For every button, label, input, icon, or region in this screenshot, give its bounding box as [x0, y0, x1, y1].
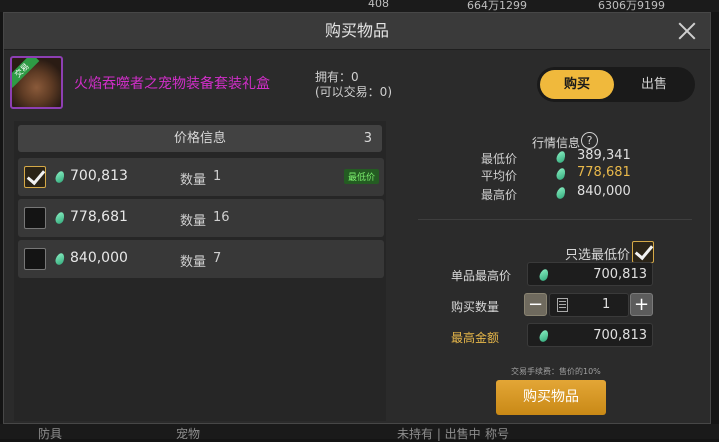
market-avg-value: 778,681: [577, 165, 631, 180]
unit-max-price-value: 700,813: [593, 267, 647, 282]
tradable-count: (可以交易：0): [315, 85, 392, 99]
gem-icon: [555, 149, 567, 165]
background-top-bar: 408 664万1299 6306万9199: [0, 0, 719, 12]
dialog-title: 购买物品: [324, 21, 389, 40]
calculator-icon[interactable]: [557, 298, 568, 312]
row-checkbox[interactable]: [24, 248, 46, 270]
gem-icon: [54, 210, 66, 226]
quantity-label: 购买数量: [451, 300, 500, 314]
price-info-panel: 价格信息 3 700,813 数量 1 最低价 778,681 数量 16 84…: [14, 121, 386, 421]
title-bar: 购买物品: [4, 13, 710, 50]
gem-icon: [54, 169, 66, 185]
price-row[interactable]: 700,813 数量 1 最低价: [18, 158, 384, 196]
row-price: 700,813: [70, 168, 128, 184]
bottom-tab-pet: 宠物: [176, 427, 201, 441]
bottom-status-text: 未持有 | 出售中: [397, 427, 481, 441]
row-quantity: 16: [213, 210, 230, 225]
lowest-only-label: 只选最低价: [565, 248, 631, 263]
close-icon[interactable]: [676, 20, 698, 42]
gem-icon: [555, 185, 567, 201]
row-checkbox[interactable]: [24, 207, 46, 229]
quantity-value: 1: [602, 297, 611, 312]
bottom-tab-title: 称号: [485, 427, 510, 441]
row-quantity: 7: [213, 251, 222, 266]
price-row[interactable]: 778,681 数量 16: [18, 199, 384, 237]
fee-note: 交易手续费：售价的10%: [511, 367, 601, 376]
market-max-label: 最高价: [481, 188, 518, 202]
lowest-price-badge: 最低价: [344, 169, 380, 184]
market-info-title: 行情信息: [532, 136, 581, 150]
max-total-value: 700,813: [593, 328, 647, 343]
gem-icon: [538, 267, 550, 283]
market-min-label: 最低价: [481, 152, 518, 166]
unit-max-price-label: 单品最高价: [451, 269, 512, 283]
row-quantity-label: 数量: [180, 255, 207, 270]
quantity-input[interactable]: 1: [549, 293, 629, 317]
price-info-title: 价格信息: [173, 131, 226, 146]
max-total-field: 700,813: [527, 323, 653, 347]
row-quantity-label: 数量: [180, 173, 207, 188]
tab-buy[interactable]: 购买: [540, 70, 614, 99]
tab-sell[interactable]: 出售: [617, 70, 691, 99]
unit-max-price-field[interactable]: 700,813: [527, 262, 653, 286]
gem-icon: [555, 166, 567, 182]
price-row[interactable]: 840,000 数量 7: [18, 240, 384, 278]
divider: [418, 219, 692, 220]
lowest-only-checkbox[interactable]: [632, 241, 654, 263]
row-price: 778,681: [70, 209, 128, 225]
row-quantity-label: 数量: [180, 214, 207, 229]
bottom-tab-armor: 防具: [38, 427, 63, 441]
background-bottom-bar: 防具 宠物 未持有 | 出售中 称号: [0, 424, 719, 441]
gem-icon: [54, 251, 66, 267]
market-max-value: 840,000: [577, 184, 631, 199]
row-checkbox[interactable]: [24, 166, 46, 188]
max-total-label: 最高金额: [451, 331, 500, 345]
help-icon[interactable]: ?: [581, 132, 598, 149]
tradable-badge: 交易: [12, 58, 40, 88]
buy-item-button[interactable]: 购买物品: [496, 380, 606, 415]
market-avg-label: 平均价: [481, 169, 518, 183]
quantity-increase-button[interactable]: +: [630, 293, 653, 316]
quantity-decrease-button[interactable]: −: [524, 293, 547, 316]
buy-sell-toggle: 购买 出售: [537, 67, 695, 102]
row-price: 840,000: [70, 250, 128, 266]
currency-1: 408: [368, 0, 389, 10]
row-quantity: 1: [213, 169, 222, 184]
price-info-count: 3: [363, 131, 372, 146]
gem-icon: [538, 328, 550, 344]
price-info-header: 价格信息 3: [18, 125, 382, 152]
item-name: 火焰吞噬者之宠物装备套装礼盒: [74, 76, 270, 92]
treasure-box-icon: 交易: [10, 56, 63, 109]
market-min-value: 389,341: [577, 148, 631, 163]
purchase-dialog: 购买物品 交易 火焰吞噬者之宠物装备套装礼盒 拥有：0 (可以交易：0) 购买 …: [3, 12, 711, 424]
